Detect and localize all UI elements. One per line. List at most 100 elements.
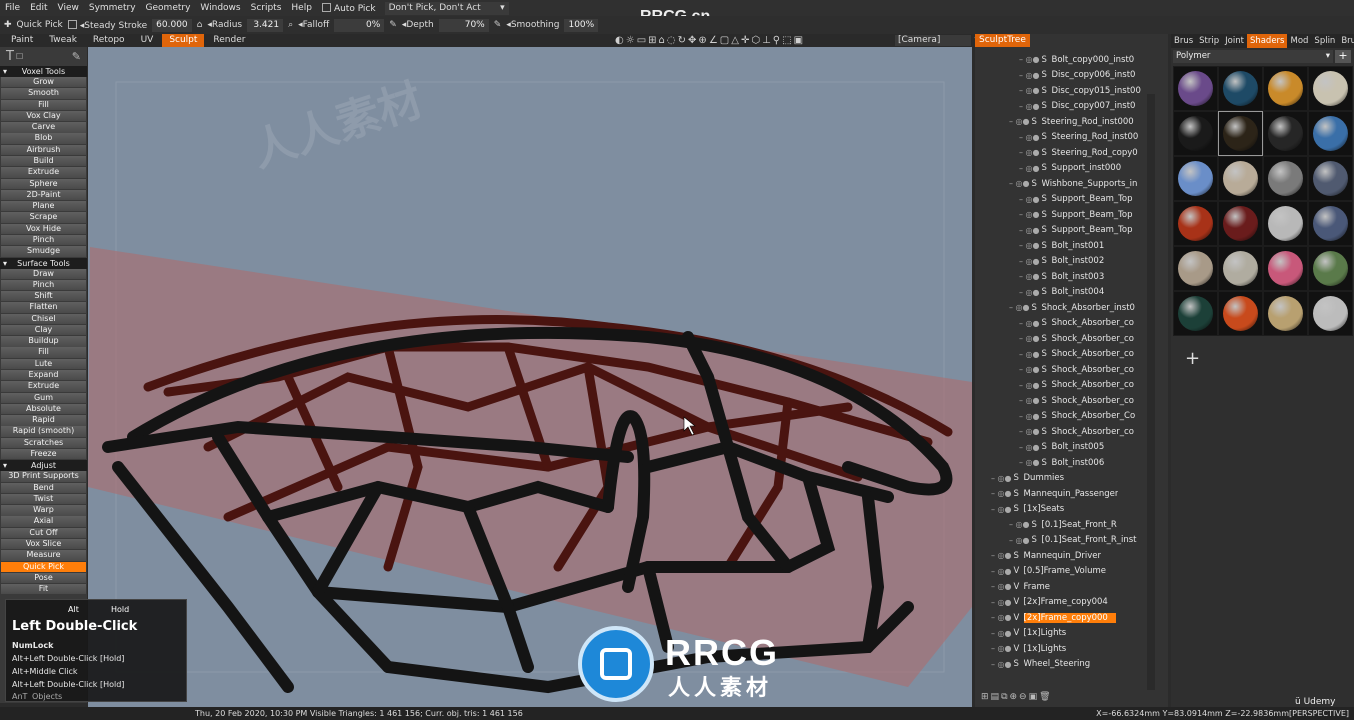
add-shader-button[interactable]: + bbox=[1335, 50, 1351, 63]
visibility-icon[interactable]: – ◎● bbox=[1019, 396, 1040, 405]
tool-warp[interactable]: Warp bbox=[1, 505, 86, 516]
menu-geometry[interactable]: Geometry bbox=[141, 3, 196, 13]
delete-icon[interactable]: 🗑 bbox=[1039, 692, 1052, 702]
tool-smudge[interactable]: Smudge bbox=[1, 246, 86, 257]
visibility-icon[interactable]: – ◎● bbox=[991, 567, 1012, 576]
tree-row[interactable]: – ◎● V [2x]Frame_copy004 bbox=[975, 595, 1168, 611]
tool-vox-slice[interactable]: Vox Slice bbox=[1, 538, 86, 550]
tab-splin[interactable]: Splin bbox=[1311, 34, 1338, 48]
merge-icon[interactable]: ⊕ bbox=[1010, 692, 1020, 702]
tool-measure[interactable]: Measure bbox=[1, 550, 86, 561]
visibility-icon[interactable]: – ◎● bbox=[1019, 365, 1040, 374]
visibility-icon[interactable]: – ◎● bbox=[1009, 303, 1030, 312]
visibility-icon[interactable]: – ◎● bbox=[1009, 520, 1030, 529]
split-icon[interactable]: ⊖ bbox=[1019, 692, 1029, 702]
tool-axial[interactable]: Axial bbox=[1, 516, 86, 527]
depth-label[interactable]: ◂Depth bbox=[402, 20, 434, 30]
triangle-icon[interactable]: △ bbox=[731, 35, 739, 46]
visibility-icon[interactable]: – ◎● bbox=[1019, 195, 1040, 204]
visibility-icon[interactable]: – ◎● bbox=[1019, 102, 1040, 111]
tree-row[interactable]: – ◎● S [0.1]Seat_Front_R_inst bbox=[975, 533, 1168, 549]
lock-icon[interactable]: ⌂ bbox=[659, 35, 665, 46]
shader-swatch[interactable] bbox=[1263, 111, 1308, 156]
visibility-icon[interactable]: – ◎● bbox=[1019, 334, 1040, 343]
tree-row[interactable]: – ◎● S Support_Beam_Top bbox=[975, 223, 1168, 239]
tool-quick-pick[interactable]: Quick Pick bbox=[1, 561, 86, 572]
steady-stroke-field[interactable]: 60.000 bbox=[152, 18, 192, 32]
shader-swatch[interactable] bbox=[1173, 246, 1218, 291]
tool-extrude[interactable]: Extrude bbox=[1, 381, 86, 392]
tab-brush[interactable]: Brus bbox=[1171, 34, 1196, 48]
visibility-icon[interactable]: – ◎● bbox=[1009, 117, 1030, 126]
tree-row[interactable]: – ◎● S [0.1]Seat_Front_R bbox=[975, 517, 1168, 533]
tool-vox-clay[interactable]: Vox Clay bbox=[1, 110, 86, 122]
tree-row[interactable]: – ◎● V [0.5]Frame_Volume bbox=[975, 564, 1168, 580]
tool-pinch[interactable]: Pinch bbox=[1, 234, 86, 246]
shader-swatch[interactable] bbox=[1263, 246, 1308, 291]
adjust-header[interactable]: ▾ Adjust bbox=[0, 460, 87, 472]
visibility-icon[interactable]: – ◎● bbox=[991, 551, 1012, 560]
tool-gum[interactable]: Gum bbox=[1, 392, 86, 403]
shader-swatch[interactable] bbox=[1218, 111, 1263, 156]
tool-scratches[interactable]: Scratches bbox=[1, 437, 86, 449]
smoothing-field[interactable]: 100% bbox=[564, 18, 599, 32]
menu-view[interactable]: View bbox=[53, 3, 84, 13]
move-icon[interactable]: ✥ bbox=[688, 35, 696, 46]
tool-bend[interactable]: Bend bbox=[1, 482, 86, 493]
tab-paint[interactable]: Paint bbox=[4, 34, 40, 47]
tool-sphere[interactable]: Sphere bbox=[1, 178, 86, 189]
add-layer-icon[interactable]: ⊞ bbox=[981, 692, 991, 702]
tree-row[interactable]: – ◎● S Shock_Absorber_co bbox=[975, 393, 1168, 409]
tool-flatten[interactable]: Flatten bbox=[1, 302, 86, 313]
tree-row[interactable]: – ◎● S Shock_Absorber_co bbox=[975, 347, 1168, 363]
menu-edit[interactable]: Edit bbox=[25, 3, 52, 13]
tree-scrollbar[interactable] bbox=[1147, 94, 1155, 690]
tool-fill[interactable]: Fill bbox=[1, 99, 86, 110]
shader-swatch[interactable] bbox=[1308, 291, 1353, 336]
tool-extrude[interactable]: Extrude bbox=[1, 167, 86, 178]
shader-swatch[interactable] bbox=[1173, 111, 1218, 156]
shader-swatch[interactable] bbox=[1308, 111, 1353, 156]
copy-icon[interactable]: ⧉ bbox=[1001, 692, 1009, 702]
tool-pose[interactable]: Pose bbox=[1, 572, 86, 584]
steady-stroke-toggle[interactable]: ◂Steady Stroke bbox=[67, 19, 147, 31]
axis-icon[interactable]: ⊥ bbox=[762, 35, 771, 46]
folder-icon[interactable]: ▤ bbox=[991, 692, 1002, 702]
tool-expand[interactable]: Expand bbox=[1, 370, 86, 381]
tool-vox-hide[interactable]: Vox Hide bbox=[1, 223, 86, 235]
tool-fit[interactable]: Fit bbox=[1, 584, 86, 595]
tool-twist[interactable]: Twist bbox=[1, 493, 86, 505]
menu-windows[interactable]: Windows bbox=[195, 3, 245, 13]
visibility-icon[interactable]: – ◎● bbox=[991, 474, 1012, 483]
shader-swatch[interactable] bbox=[1173, 291, 1218, 336]
visibility-icon[interactable]: – ◎● bbox=[1019, 443, 1040, 452]
tab-retopo[interactable]: Retopo bbox=[86, 34, 132, 47]
tool-clay[interactable]: Clay bbox=[1, 324, 86, 336]
visibility-icon[interactable]: – ◎● bbox=[991, 613, 1012, 622]
menu-symmetry[interactable]: Symmetry bbox=[84, 3, 141, 13]
voxel-tools-header[interactable]: ▾ Voxel Tools bbox=[0, 66, 87, 77]
tree-row[interactable]: – ◎● V Frame bbox=[975, 579, 1168, 595]
tab-uv[interactable]: UV bbox=[134, 34, 161, 47]
auto-pick-toggle[interactable]: Auto Pick bbox=[317, 2, 381, 14]
visibility-icon[interactable]: – ◎● bbox=[991, 505, 1012, 514]
tree-row[interactable]: – ◎● S Shock_Absorber_co bbox=[975, 378, 1168, 394]
tree-row[interactable]: – ◎● S Steering_Rod_copy0 bbox=[975, 145, 1168, 161]
tool-rapid[interactable]: Rapid bbox=[1, 415, 86, 426]
tool-draw[interactable]: Draw bbox=[1, 268, 86, 279]
tree-row[interactable]: – ◎● V [1x]Lights bbox=[975, 641, 1168, 657]
tree-row[interactable]: – ◎● S Disc_copy015_inst00 bbox=[975, 83, 1168, 99]
tree-row[interactable]: – ◎● S Mannequin_Driver bbox=[975, 548, 1168, 564]
tab-render[interactable]: Render bbox=[206, 34, 252, 47]
tree-row[interactable]: – ◎● S Support_inst000 bbox=[975, 161, 1168, 177]
visibility-icon[interactable]: – ◎● bbox=[1019, 272, 1040, 281]
visibility-icon[interactable]: – ◎● bbox=[1019, 458, 1040, 467]
shader-swatch[interactable] bbox=[1308, 201, 1353, 246]
shader-swatch[interactable] bbox=[1218, 66, 1263, 111]
tree-row[interactable]: – ◎● S Mannequin_Passenger bbox=[975, 486, 1168, 502]
shader-swatch[interactable] bbox=[1218, 156, 1263, 201]
shader-swatch[interactable] bbox=[1263, 66, 1308, 111]
shader-swatch[interactable] bbox=[1263, 201, 1308, 246]
shader-swatch[interactable] bbox=[1218, 291, 1263, 336]
tool-lute[interactable]: Lute bbox=[1, 358, 86, 370]
